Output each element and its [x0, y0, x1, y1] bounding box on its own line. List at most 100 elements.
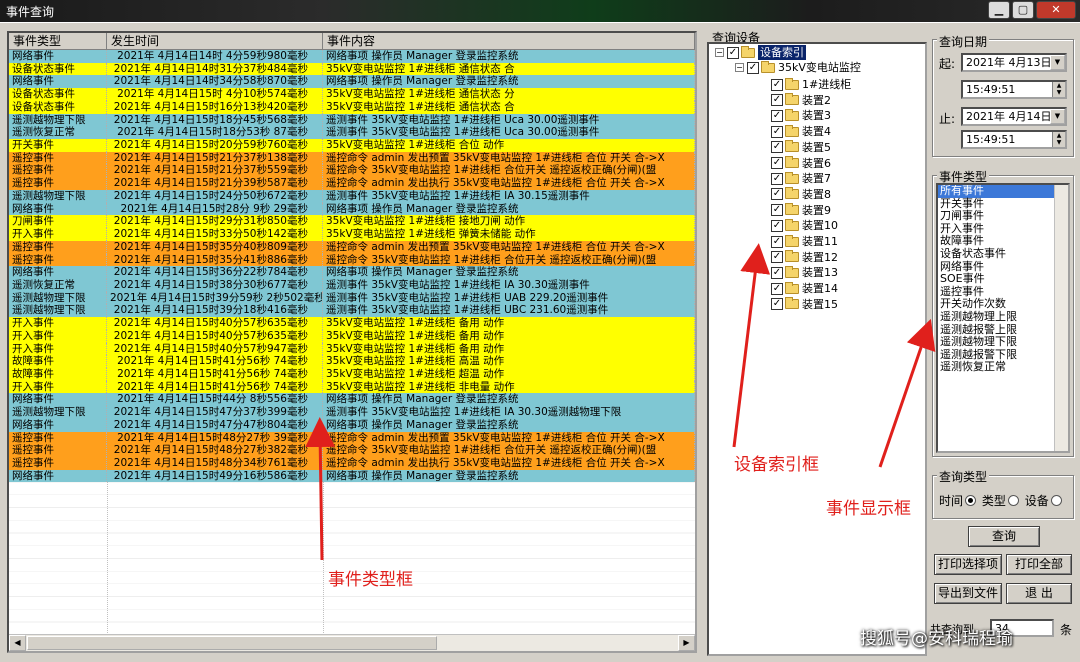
radio-device[interactable]: [1050, 495, 1062, 506]
start-time-field[interactable]: 15:49:51 ▲ ▼: [961, 80, 1067, 99]
close-button[interactable]: ✕: [1036, 1, 1076, 19]
scroll-left-icon[interactable]: ◀: [9, 635, 26, 651]
tree-device-item[interactable]: ✓ 装置14: [771, 281, 838, 296]
column-header-content[interactable]: 事件内容: [323, 33, 695, 49]
tree-device-item[interactable]: ✓ 装置10: [771, 218, 838, 233]
scrollbar-thumb[interactable]: [27, 636, 437, 650]
tree-device-item[interactable]: ✓ 装置3: [771, 108, 831, 123]
table-row[interactable]: 遥控事件 2021年 4月14日15时21分39秒587毫秒 遥控命令 admin …: [9, 177, 695, 190]
table-row[interactable]: 故障事件 2021年 4月14日15时41分56秒 74毫秒 35kV变电站监控 1…: [9, 367, 695, 381]
tree-device-item[interactable]: ✓ 装置8: [771, 187, 831, 202]
tree-device-label[interactable]: 装置12: [802, 250, 838, 265]
end-time-field[interactable]: 15:49:51 ▲ ▼: [961, 130, 1067, 149]
table-row[interactable]: 遥控事件 2021年 4月14日15时21分37秒138毫秒 遥控命令 admin …: [9, 151, 695, 165]
tree-device-label[interactable]: 装置6: [802, 156, 831, 171]
table-row[interactable]: 开入事件 2021年 4月14日15时41分56秒 74毫秒 35kV变电站监控 1…: [9, 380, 695, 394]
checkbox-checked-icon[interactable]: ✓: [771, 251, 783, 264]
table-row[interactable]: 开关事件 2021年 4月14日15时20分59秒760毫秒 35kV变电站监控 1…: [9, 139, 695, 152]
radio-type-label[interactable]: 类型: [982, 494, 1006, 508]
dropdown-arrow-icon[interactable]: ▼: [1050, 55, 1065, 70]
tree-device-item[interactable]: ✓ 1#进线柜: [771, 77, 851, 92]
table-row[interactable]: 网络事件 2021年 4月14日15时49分16秒586毫秒 网络事项 操作员 Ma…: [9, 469, 695, 483]
event-type-item[interactable]: 设备状态事件: [938, 247, 1068, 261]
table-row[interactable]: 故障事件 2021年 4月14日15时41分56秒 74毫秒 35kV变电站监控 1…: [9, 355, 695, 368]
tree-device-item[interactable]: ✓ 装置12: [771, 250, 838, 265]
checkbox-checked-icon[interactable]: ✓: [771, 298, 783, 311]
table-row[interactable]: 开入事件 2021年 4月14日15时33分50秒142毫秒 35kV变电站监控 1…: [9, 228, 695, 241]
checkbox-checked-icon[interactable]: ✓: [771, 282, 783, 295]
tree-device-item[interactable]: ✓ 装置6: [771, 156, 831, 171]
tree-device-item[interactable]: ✓ 装置7: [771, 171, 831, 186]
tree-device-label[interactable]: 装置3: [802, 108, 831, 123]
table-row[interactable]: 开入事件 2021年 4月14日15时40分57秒947毫秒 35kV变电站监控 1…: [9, 342, 695, 356]
tree-device-item[interactable]: ✓ 装置11: [771, 234, 838, 249]
vertical-scrollbar[interactable]: [1054, 185, 1068, 451]
tree-device-label[interactable]: 装置10: [802, 218, 838, 233]
table-row[interactable]: 遥控事件 2021年 4月14日15时21分37秒559毫秒 遥控命令 35kV变电…: [9, 164, 695, 178]
table-row[interactable]: 设备状态事件 2021年 4月14日15时16分13秒420毫秒 35kV变电站监控…: [9, 100, 695, 114]
query-button[interactable]: 查询: [968, 526, 1040, 547]
checkbox-checked-icon[interactable]: ✓: [771, 204, 783, 217]
tree-station[interactable]: − ✓ 35kV变电站监控: [735, 60, 861, 75]
print-all-button[interactable]: 打印全部: [1006, 554, 1072, 575]
table-row[interactable]: 设备状态事件 2021年 4月14日14时31分37秒484毫秒 35kV变电站监控…: [9, 62, 695, 76]
checkbox-checked-icon[interactable]: ✓: [771, 266, 783, 279]
table-row[interactable]: 网络事件 2021年 4月14日15时28分 9秒 29毫秒 网络事项 操作员 Ma…: [9, 202, 695, 216]
checkbox-checked-icon[interactable]: ✓: [771, 188, 783, 201]
table-row[interactable]: 网络事件 2021年 4月14日15时36分22秒784毫秒 网络事项 操作员 Ma…: [9, 266, 695, 279]
table-row[interactable]: 遥测恢复正常 2021年 4月14日15时18分53秒 87毫秒 遥测事件 35kV…: [9, 126, 695, 140]
table-row[interactable]: 刀闸事件 2021年 4月14日15时29分31秒850毫秒 35kV变电站监控 1…: [9, 215, 695, 229]
tree-device-item[interactable]: ✓ 装置15: [771, 297, 838, 312]
end-date-picker[interactable]: 2021年 4月14日 ▼: [961, 107, 1067, 126]
checkbox-checked-icon[interactable]: ✓: [771, 235, 783, 248]
tree-device-label[interactable]: 1#进线柜: [802, 77, 851, 92]
table-row[interactable]: 遥控事件 2021年 4月14日15时35分40秒809毫秒 遥控命令 admin …: [9, 240, 695, 254]
checkbox-checked-icon[interactable]: ✓: [771, 219, 783, 232]
collapse-icon[interactable]: −: [715, 48, 724, 57]
horizontal-scrollbar[interactable]: ◀ ▶: [9, 634, 695, 651]
table-row[interactable]: 遥控事件 2021年 4月14日15时35分41秒886毫秒 遥控命令 35kV变电…: [9, 253, 695, 267]
start-date-picker[interactable]: 2021年 4月13日 ▼: [961, 53, 1067, 72]
print-selected-button[interactable]: 打印选择项: [934, 554, 1002, 575]
tree-root[interactable]: − ✓ 设备索引: [715, 45, 806, 60]
table-row[interactable]: 网络事件 2021年 4月14日15时47分47秒804毫秒 网络事项 操作员 Ma…: [9, 418, 695, 432]
column-header-type[interactable]: 事件类型: [9, 33, 107, 49]
tree-device-label[interactable]: 装置4: [802, 124, 831, 139]
radio-time-label[interactable]: 时间: [939, 494, 963, 508]
tree-device-label[interactable]: 装置15: [802, 297, 838, 312]
table-row[interactable]: 遥测越物理下限 2021年 4月14日15时39分18秒416毫秒 遥测事件 35k…: [9, 304, 695, 318]
table-row[interactable]: 开入事件 2021年 4月14日15时40分57秒635毫秒 35kV变电站监控 1…: [9, 317, 695, 330]
checkbox-checked-icon[interactable]: ✓: [727, 46, 739, 59]
tree-device-label[interactable]: 装置13: [802, 265, 838, 280]
table-row[interactable]: 遥测恢复正常 2021年 4月14日15时38分30秒677毫秒 遥测事件 35kV…: [9, 278, 695, 292]
tree-device-label[interactable]: 装置9: [802, 203, 831, 218]
table-row[interactable]: 遥控事件 2021年 4月14日15时48分27秒382毫秒 遥控命令 35kV变电…: [9, 444, 695, 457]
table-row[interactable]: 遥测越物理下限 2021年 4月14日15时47分37秒399毫秒 遥测事件 35k…: [9, 406, 695, 419]
table-row[interactable]: 网络事件 2021年 4月14日14时34分58秒870毫秒 网络事项 操作员 Ma…: [9, 75, 695, 89]
spinner-icon[interactable]: ▲ ▼: [1052, 132, 1065, 147]
tree-device-label[interactable]: 装置11: [802, 234, 838, 249]
table-row[interactable]: 设备状态事件 2021年 4月14日15时 4分10秒574毫秒 35kV变电站监控…: [9, 88, 695, 101]
checkbox-checked-icon[interactable]: ✓: [747, 61, 759, 74]
tree-root-label[interactable]: 设备索引: [758, 45, 806, 60]
radio-time[interactable]: [965, 495, 977, 506]
tree-device-item[interactable]: ✓ 装置13: [771, 265, 838, 280]
tree-device-item[interactable]: ✓ 装置9: [771, 203, 831, 218]
scroll-right-icon[interactable]: ▶: [678, 635, 695, 651]
checkbox-checked-icon[interactable]: ✓: [771, 157, 783, 169]
table-row[interactable]: 遥测越物理下限 2021年 4月14日15时39分59秒 2秒502毫秒 遥测事件 …: [9, 291, 695, 305]
tree-device-item[interactable]: ✓ 装置4: [771, 124, 831, 139]
checkbox-checked-icon[interactable]: ✓: [771, 172, 783, 185]
tree-device-label[interactable]: 装置5: [802, 140, 831, 155]
minimize-button[interactable]: ▁: [988, 1, 1010, 19]
tree-device-item[interactable]: ✓ 装置5: [771, 140, 831, 155]
radio-device-label[interactable]: 设备: [1025, 494, 1049, 508]
table-row[interactable]: 网络事件 2021年 4月14日14时 4分59秒980毫秒 网络事项 操作员 Ma…: [9, 50, 695, 63]
checkbox-checked-icon[interactable]: ✓: [771, 125, 783, 138]
event-type-item[interactable]: 遥测越物理上限: [938, 310, 1068, 324]
spinner-icon[interactable]: ▲ ▼: [1052, 82, 1065, 97]
checkbox-checked-icon[interactable]: ✓: [771, 78, 783, 91]
tree-device-label[interactable]: 装置2: [802, 93, 831, 108]
dropdown-arrow-icon[interactable]: ▼: [1050, 109, 1065, 124]
table-row[interactable]: 遥控事件 2021年 4月14日15时48分34秒761毫秒 遥控命令 admin …: [9, 457, 695, 470]
